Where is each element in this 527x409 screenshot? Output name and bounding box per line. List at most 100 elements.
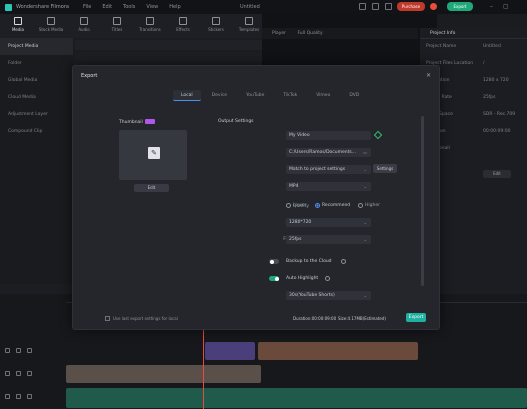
track-header bbox=[0, 363, 66, 384]
audio-track-icon bbox=[5, 394, 10, 399]
lock-icon[interactable] bbox=[16, 371, 21, 376]
chevron-down-icon: ⌄ bbox=[363, 220, 367, 225]
dialog-scrollbar[interactable] bbox=[421, 116, 424, 286]
info-icon[interactable] bbox=[325, 276, 330, 281]
resolution-select[interactable]: 1280*720 ⌄ bbox=[286, 218, 371, 227]
toolbar-transitions[interactable]: Transitions bbox=[137, 14, 163, 32]
quality-select[interactable]: Full Quality bbox=[297, 31, 322, 36]
quality-lower-radio[interactable]: Lower bbox=[286, 203, 306, 208]
music-icon bbox=[80, 17, 88, 25]
thumbnail-preview: ✎ bbox=[119, 130, 187, 180]
thumbnail-edit-button[interactable]: Edit bbox=[483, 170, 511, 178]
minimize-icon[interactable]: – bbox=[490, 3, 493, 10]
sidebar-item-project-media[interactable]: Project Media bbox=[0, 38, 73, 55]
dialog-title: Export bbox=[81, 73, 98, 79]
layout-icon[interactable] bbox=[359, 3, 366, 10]
quality-higher-radio[interactable]: Higher bbox=[358, 203, 380, 208]
preview-bar: Player Full Quality bbox=[262, 28, 418, 39]
menu-file[interactable]: File bbox=[83, 4, 91, 10]
toolbar-stickers[interactable]: Stickers bbox=[203, 14, 229, 32]
toolbar-templates[interactable]: Templates bbox=[236, 14, 262, 32]
eye-icon[interactable] bbox=[27, 371, 32, 376]
export-top-button[interactable]: Export bbox=[447, 2, 473, 11]
tab-device[interactable]: Device bbox=[204, 90, 235, 101]
media-toolbar: Media Stock Media Audio Titles Transitio… bbox=[0, 14, 262, 38]
highlight-duration-select[interactable]: 30s(YouTube Shorts) ⌄ bbox=[286, 291, 371, 300]
effects-icon bbox=[179, 17, 187, 25]
pencil-icon[interactable]: ✎ bbox=[148, 147, 160, 159]
sticker-icon bbox=[212, 17, 220, 25]
title-bar: Wondershare Filmora File Edit Tools View… bbox=[0, 0, 527, 14]
size-info: Size:4.17MB(Estimated) bbox=[338, 316, 386, 321]
folder-icon[interactable]: ▭ bbox=[363, 148, 367, 157]
menu-help[interactable]: Help bbox=[169, 4, 180, 10]
settings-button[interactable]: Settings bbox=[373, 164, 397, 173]
tab-youtube[interactable]: YouTube bbox=[238, 90, 272, 101]
auto-highlight-toggle[interactable] bbox=[269, 276, 279, 281]
toolbar-effects[interactable]: Effects bbox=[170, 14, 196, 32]
media-icon bbox=[14, 17, 22, 25]
export-dialog: Export ✕ Local Device YouTube TikTok Vim… bbox=[72, 65, 440, 330]
app-window: Wondershare Filmora File Edit Tools View… bbox=[0, 0, 527, 409]
thumbnail-label: Thumbnail bbox=[119, 119, 155, 125]
toolbar-audio[interactable]: Audio bbox=[71, 14, 97, 32]
maximize-icon[interactable]: ▢ bbox=[503, 3, 509, 10]
checkbox-icon bbox=[105, 316, 110, 321]
radio-icon bbox=[286, 203, 291, 208]
window-controls: – ▢ bbox=[490, 3, 509, 10]
tab-vimeo[interactable]: Vimeo bbox=[308, 90, 338, 101]
tab-tiktok[interactable]: TikTok bbox=[275, 90, 305, 101]
media-subbar bbox=[75, 40, 262, 50]
backup-cloud-label: Backup to the Cloud bbox=[286, 259, 332, 264]
chevron-down-icon: ⌄ bbox=[363, 237, 367, 242]
audio-clip[interactable] bbox=[66, 388, 527, 408]
stock-icon bbox=[47, 17, 55, 25]
backup-cloud-toggle[interactable] bbox=[269, 259, 279, 264]
thumbnail-edit-button[interactable]: Edit bbox=[134, 184, 169, 192]
purchase-button[interactable]: Purchase bbox=[397, 2, 425, 11]
eye-icon[interactable] bbox=[27, 348, 32, 353]
lock-icon[interactable] bbox=[16, 394, 21, 399]
sidebar-item-folder[interactable]: Folder bbox=[0, 55, 73, 72]
sidebar-item-cloud-media[interactable]: Cloud Media bbox=[0, 89, 73, 106]
track-header bbox=[0, 386, 66, 407]
export-button[interactable]: Export bbox=[406, 313, 426, 322]
sidebar-item-global-media[interactable]: Global Media bbox=[0, 72, 73, 89]
sidebar-item-adjustment-layer[interactable]: Adjustment Layer bbox=[0, 106, 73, 123]
avatar[interactable] bbox=[430, 3, 437, 10]
lock-icon[interactable] bbox=[16, 348, 21, 353]
export-tabs: Local Device YouTube TikTok Vimeo DVD bbox=[173, 90, 367, 101]
ai-rename-icon[interactable] bbox=[373, 130, 383, 140]
toolbar-stock-media[interactable]: Stock Media bbox=[38, 14, 64, 32]
name-field[interactable]: My Video bbox=[286, 131, 371, 140]
sidebar-item-compound-clip[interactable]: Compound Clip bbox=[0, 123, 73, 140]
format-select[interactable]: MP4 ⌄ bbox=[286, 182, 371, 191]
mute-icon[interactable] bbox=[27, 394, 32, 399]
template-icon bbox=[245, 17, 253, 25]
chevron-down-icon: ⌄ bbox=[363, 184, 367, 189]
tab-dvd[interactable]: DVD bbox=[341, 90, 367, 101]
chevron-down-icon: ⌄ bbox=[363, 293, 367, 298]
menu-tools[interactable]: Tools bbox=[123, 4, 135, 10]
save-icon[interactable] bbox=[385, 3, 392, 10]
timeline-clip[interactable] bbox=[66, 365, 261, 383]
preset-select[interactable]: Match to project settings ⌄ bbox=[286, 165, 371, 174]
left-sidebar: Project Media Folder Global Media Cloud … bbox=[0, 38, 262, 284]
menu-view[interactable]: View bbox=[146, 4, 158, 10]
toolbar-media[interactable]: Media bbox=[5, 14, 31, 32]
timeline-clip[interactable] bbox=[205, 342, 255, 360]
player-label: Player bbox=[272, 31, 287, 36]
toolbar-titles[interactable]: Titles bbox=[104, 14, 130, 32]
project-info-header: Project Info bbox=[420, 28, 527, 39]
fullscreen-icon[interactable] bbox=[372, 3, 379, 10]
track-header bbox=[0, 340, 66, 361]
timeline-clip[interactable] bbox=[258, 342, 418, 360]
quality-recommend-radio[interactable]: Recommend bbox=[315, 203, 350, 208]
info-icon[interactable] bbox=[341, 259, 346, 264]
tab-local[interactable]: Local bbox=[173, 90, 201, 101]
save-to-field[interactable]: C:/Users/Ramos/Documents... ▭ bbox=[286, 148, 371, 157]
remember-settings-checkbox[interactable]: Use last export settings for local bbox=[105, 316, 178, 321]
close-icon[interactable]: ✕ bbox=[426, 72, 431, 79]
menu-edit[interactable]: Edit bbox=[102, 4, 112, 10]
frame-rate-select[interactable]: 25fps ⌄ bbox=[286, 235, 371, 244]
